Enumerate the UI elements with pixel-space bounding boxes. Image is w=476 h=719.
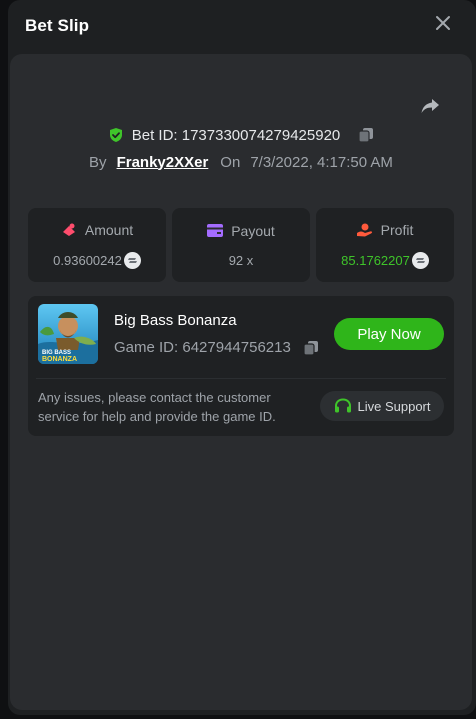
profit-stat: Profit 85.1762207 bbox=[316, 208, 454, 282]
close-button[interactable] bbox=[432, 12, 454, 34]
live-support-label: Live Support bbox=[357, 398, 431, 414]
profit-icon bbox=[356, 223, 372, 236]
modal-header: Bet Slip bbox=[8, 0, 476, 52]
bet-stats: Amount 0.93600242 Payout 92 x Profit 85.… bbox=[28, 208, 454, 282]
amount-label: Amount bbox=[84, 221, 134, 238]
headset-icon bbox=[334, 398, 351, 413]
bet-id-label: Bet ID: bbox=[131, 126, 178, 144]
live-support-button[interactable]: Live Support bbox=[320, 391, 444, 421]
payout-value: 92 x bbox=[228, 252, 254, 268]
coin-icon bbox=[123, 251, 141, 269]
game-id-label: Game ID: bbox=[114, 339, 179, 356]
on-label: On bbox=[220, 153, 241, 171]
bet-author-row: By Franky2XXer On 7/3/2022, 4:17:50 AM bbox=[10, 151, 472, 173]
divider bbox=[36, 378, 446, 379]
copy-icon[interactable] bbox=[303, 340, 319, 356]
modal-title: Bet Slip bbox=[25, 16, 90, 35]
game-id-row: Game ID: 6427944756213 bbox=[114, 339, 319, 356]
bet-details-panel: Bet ID: 1737330074279425920 By Franky2XX… bbox=[10, 54, 472, 710]
profit-value: 85.1762207 bbox=[341, 252, 410, 268]
bet-slip-modal: Bet Slip Bet ID: 1737330074279425920 By … bbox=[8, 0, 476, 715]
copy-icon[interactable] bbox=[358, 127, 374, 143]
profit-label: Profit bbox=[380, 221, 414, 238]
game-card: BIG BASS BONANZA Big Bass Bonanza Game I… bbox=[28, 296, 454, 436]
amount-icon bbox=[62, 223, 75, 236]
share-icon bbox=[421, 99, 439, 113]
user-link[interactable]: Franky2XXer bbox=[117, 154, 209, 171]
amount-stat: Amount 0.93600242 bbox=[28, 208, 166, 282]
thumb-title-bottom: BONANZA bbox=[42, 356, 77, 363]
support-notice: Any issues, please contact the customer … bbox=[38, 390, 276, 424]
game-name[interactable]: Big Bass Bonanza bbox=[114, 312, 237, 329]
game-id-value: 6427944756213 bbox=[182, 339, 291, 356]
bet-id-row: Bet ID: 1737330074279425920 bbox=[10, 124, 472, 146]
bet-date: 7/3/2022, 4:17:50 AM bbox=[250, 153, 393, 171]
share-button[interactable] bbox=[418, 94, 442, 118]
close-icon bbox=[436, 16, 450, 30]
bet-id-value: 1737330074279425920 bbox=[181, 126, 341, 144]
payout-label: Payout bbox=[231, 222, 275, 239]
coin-icon bbox=[411, 251, 429, 269]
play-now-button[interactable]: Play Now bbox=[334, 318, 444, 350]
game-thumbnail[interactable]: BIG BASS BONANZA bbox=[38, 304, 98, 364]
payout-stat: Payout 92 x bbox=[172, 208, 310, 282]
by-label: By bbox=[89, 153, 107, 171]
wallet-icon bbox=[207, 224, 224, 237]
amount-value: 0.93600242 bbox=[53, 252, 122, 268]
shield-check-icon bbox=[109, 128, 122, 142]
